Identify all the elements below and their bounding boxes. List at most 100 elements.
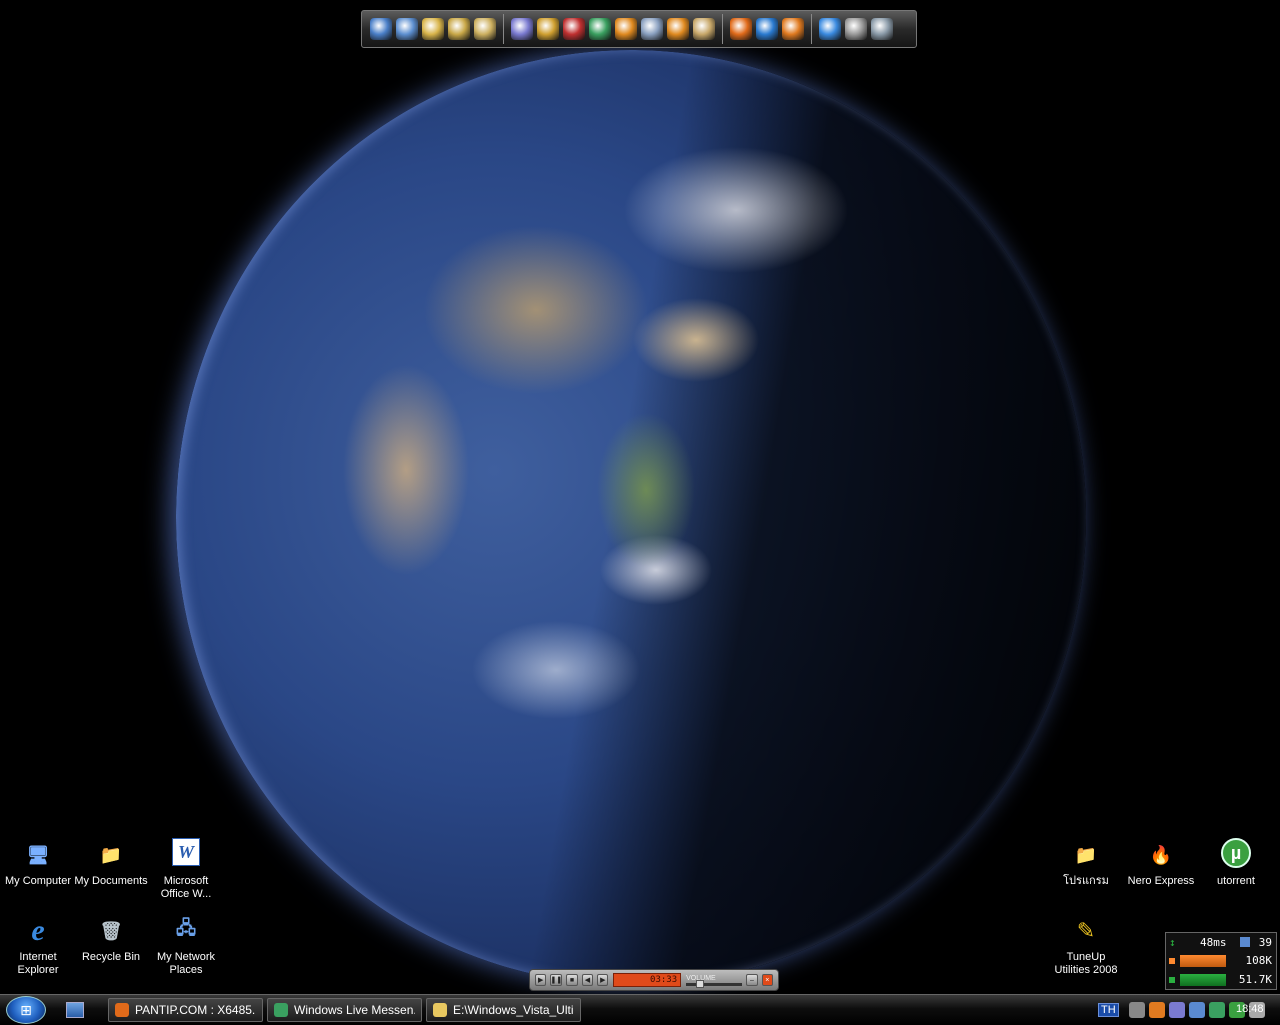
recycle-bin-icon: 🗑	[99, 920, 123, 941]
pause-button[interactable]: ❚❚	[550, 974, 563, 986]
desktop-icon-my-network-places[interactable]: 🖧 My Network Places	[148, 914, 224, 977]
download-value: 51.7K	[1238, 973, 1272, 986]
desktop-icon-internet-explorer[interactable]: e Internet Explorer	[0, 914, 76, 977]
taskbar-button-pantip[interactable]: PANTIP.COM : X6485...	[108, 998, 263, 1022]
internet-explorer-icon: e	[31, 914, 45, 947]
documents-folder-icon: 📁	[99, 844, 123, 865]
task-label: Windows Live Messen...	[294, 1003, 415, 1017]
desktop-icon-label: My Network Places	[156, 951, 216, 976]
download-indicator-icon	[1169, 977, 1175, 983]
desktop-icon-label: Microsoft Office W...	[160, 875, 212, 900]
desktop-icon-recycle-bin[interactable]: 🗑 Recycle Bin	[73, 914, 149, 964]
volume-track	[686, 979, 743, 988]
aimp-icon[interactable]	[615, 18, 637, 40]
disc-burn-icon[interactable]	[563, 18, 585, 40]
dock-separator	[722, 14, 723, 44]
start-button[interactable]: ⊞	[6, 996, 46, 1024]
firefox-icon	[115, 1003, 129, 1017]
globe-app-icon[interactable]	[511, 18, 533, 40]
media-player-icon[interactable]	[782, 18, 804, 40]
stop-button[interactable]: ■	[566, 974, 578, 986]
mini-media-player: ▶ ❚❚ ■ ◀ ▶ 03:33 VOLUME – ×	[529, 969, 779, 991]
messenger-tray-icon[interactable]	[1208, 1002, 1225, 1018]
task-label: E:\Windows_Vista_Ulti...	[453, 1003, 574, 1017]
desktop-icon-utorrent[interactable]: µ utorrent	[1198, 838, 1274, 888]
close-player-button[interactable]: ×	[761, 974, 774, 986]
volume-slider[interactable]: VOLUME	[686, 975, 743, 988]
desktop-icon-label: My Documents	[74, 875, 148, 887]
clock[interactable]: 18:48	[1236, 1003, 1264, 1015]
trash-icon[interactable]	[871, 18, 893, 40]
download-bar	[1180, 974, 1226, 986]
taskbar-button-explorer[interactable]: E:\Windows_Vista_Ulti...	[426, 998, 581, 1022]
up-down-arrows-icon: ↕	[1169, 936, 1176, 949]
earth-wallpaper	[176, 50, 1086, 985]
network-meter-widget: ↕ 48ms 39 108K 51.7K	[1165, 932, 1277, 990]
desktop-icon-label: Nero Express	[1127, 875, 1195, 887]
upload-value: 108K	[1245, 954, 1273, 967]
media-player-tray-icon[interactable]	[1148, 1002, 1165, 1018]
desktop-icon-nero-express[interactable]: 🔥 Nero Express	[1123, 838, 1199, 888]
nero-express-icon: 🔥	[1149, 844, 1173, 865]
desktop-icon-my-documents[interactable]: 📁 My Documents	[73, 838, 149, 888]
folder-icon[interactable]	[422, 18, 444, 40]
messenger-icon[interactable]	[589, 18, 611, 40]
folder-doc-icon[interactable]	[448, 18, 470, 40]
connection-icon	[1240, 937, 1250, 947]
messenger-icon	[274, 1003, 288, 1017]
taskbar-button-messenger[interactable]: Windows Live Messen...	[267, 998, 422, 1022]
upload-row: 108K	[1166, 952, 1276, 970]
magnifier-icon[interactable]	[641, 18, 663, 40]
task-label: PANTIP.COM : X6485...	[135, 1003, 256, 1017]
upload-indicator-icon	[1169, 958, 1175, 964]
tuneup-icon: ✎	[1076, 918, 1096, 943]
top-dock	[361, 10, 917, 48]
taskbar: ⊞ PANTIP.COM : X6485... Windows Live Mes…	[0, 994, 1280, 1025]
language-indicator[interactable]: TH	[1098, 1003, 1119, 1017]
aimp2-icon[interactable]	[667, 18, 689, 40]
desktop-icon-tuneup-utilities[interactable]: ✎ TuneUp Utilities 2008	[1048, 914, 1124, 977]
chevron-left-icon[interactable]	[1128, 1002, 1145, 1018]
download-row: 51.7K	[1166, 971, 1276, 989]
play-button[interactable]: ▶	[535, 974, 547, 986]
shortcut-window-icon[interactable]	[396, 18, 418, 40]
dock-separator	[503, 14, 504, 44]
dock-separator	[811, 14, 812, 44]
windows-icon[interactable]	[819, 18, 841, 40]
folder-icon	[433, 1003, 447, 1017]
time-display: 03:33	[613, 973, 682, 987]
connection-count: 39	[1258, 936, 1272, 949]
desktop-icon-microsoft-office-word[interactable]: W Microsoft Office W...	[148, 838, 224, 901]
desktop: 🖥 My Computer 📁 My Documents W Microsoft…	[0, 0, 1280, 994]
ping-row: ↕ 48ms 39	[1166, 934, 1276, 952]
desktop-icon-label: Recycle Bin	[81, 951, 141, 963]
windows-logo-icon: ⊞	[20, 1001, 32, 1018]
folder-page-icon[interactable]	[474, 18, 496, 40]
house-online-icon[interactable]	[693, 18, 715, 40]
previous-button[interactable]: ◀	[581, 974, 594, 986]
folder-icon: 📁	[1074, 844, 1098, 865]
gear-icon[interactable]	[845, 18, 867, 40]
desktop-icon-programs-folder[interactable]: 📁 โปรแกรม	[1048, 838, 1124, 888]
show-desktop-icon[interactable]	[66, 1002, 84, 1018]
word-icon: W	[172, 838, 200, 866]
utorrent-icon: µ	[1221, 838, 1251, 868]
monitor-icon[interactable]	[370, 18, 392, 40]
network-places-icon: 🖧	[175, 918, 197, 938]
upload-bar	[1180, 955, 1226, 967]
desktop-icon-label: My Computer	[4, 875, 72, 887]
globe-tray-icon[interactable]	[1168, 1002, 1185, 1018]
ping-value: 48ms	[1200, 936, 1227, 949]
cd-icon[interactable]	[537, 18, 559, 40]
desktop-icon-label: TuneUp Utilities 2008	[1054, 951, 1118, 976]
network-globe-icon[interactable]	[756, 18, 778, 40]
minimize-player-button[interactable]: –	[746, 974, 758, 986]
network-tray-icon[interactable]	[1188, 1002, 1205, 1018]
desktop-icon-label: โปรแกรม	[1063, 875, 1109, 887]
volume-handle[interactable]	[696, 979, 705, 988]
desktop-icon-label: Internet Explorer	[17, 951, 59, 976]
computer-icon: 🖥	[26, 844, 50, 865]
desktop-icon-my-computer[interactable]: 🖥 My Computer	[0, 838, 76, 888]
next-button[interactable]: ▶	[597, 974, 609, 986]
firefox-icon[interactable]	[730, 18, 752, 40]
